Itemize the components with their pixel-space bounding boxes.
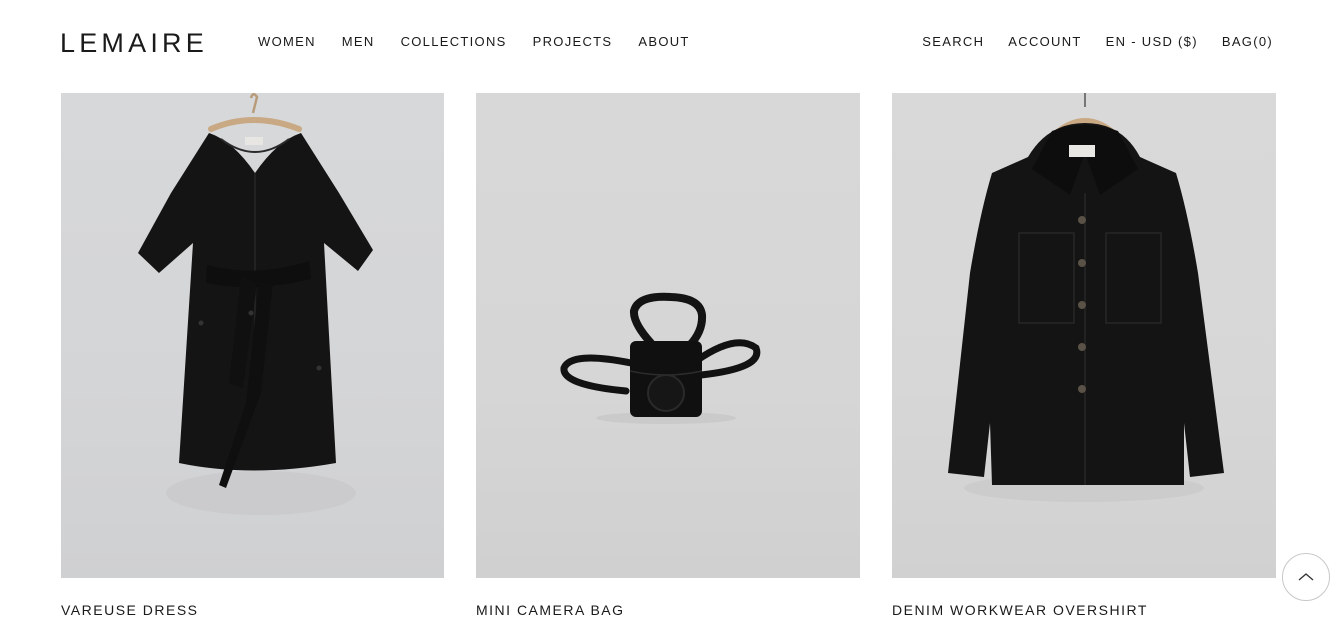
product-image-overshirt[interactable]	[892, 93, 1276, 578]
dress-illustration	[138, 93, 373, 515]
product-card[interactable]: MINI CAMERA BAG	[476, 93, 860, 618]
locale-currency-selector[interactable]: EN - USD ($)	[1106, 35, 1198, 49]
main-nav: WOMEN MEN COLLECTIONS PROJECTS ABOUT	[258, 35, 716, 49]
nav-about[interactable]: ABOUT	[638, 35, 689, 49]
product-card[interactable]: VAREUSE DRESS	[61, 93, 444, 618]
nav-women[interactable]: WOMEN	[258, 35, 316, 49]
nav-men[interactable]: MEN	[342, 35, 375, 49]
account-link[interactable]: ACCOUNT	[1008, 35, 1081, 49]
product-name[interactable]: DENIM WORKWEAR OVERSHIRT	[892, 602, 1148, 618]
chevron-up-icon	[1298, 573, 1314, 581]
site-header: LEMAIRE WOMEN MEN COLLECTIONS PROJECTS A…	[0, 0, 1336, 84]
product-image-camera-bag[interactable]	[476, 93, 860, 578]
nav-projects[interactable]: PROJECTS	[533, 35, 613, 49]
nav-collections[interactable]: COLLECTIONS	[401, 35, 507, 49]
utility-nav: SEARCH ACCOUNT EN - USD ($) BAG(0)	[898, 35, 1273, 49]
bag-link[interactable]: BAG(0)	[1222, 35, 1273, 49]
product-name[interactable]: VAREUSE DRESS	[61, 602, 199, 618]
camera-bag-illustration	[560, 292, 761, 424]
product-card[interactable]: DENIM WORKWEAR OVERSHIRT	[892, 93, 1276, 618]
product-name[interactable]: MINI CAMERA BAG	[476, 602, 625, 618]
search-link[interactable]: SEARCH	[922, 35, 984, 49]
brand-logo[interactable]: LEMAIRE	[60, 28, 208, 58]
back-to-top-button[interactable]	[1282, 553, 1330, 601]
product-image-dress[interactable]	[61, 93, 444, 578]
overshirt-illustration	[948, 93, 1224, 502]
